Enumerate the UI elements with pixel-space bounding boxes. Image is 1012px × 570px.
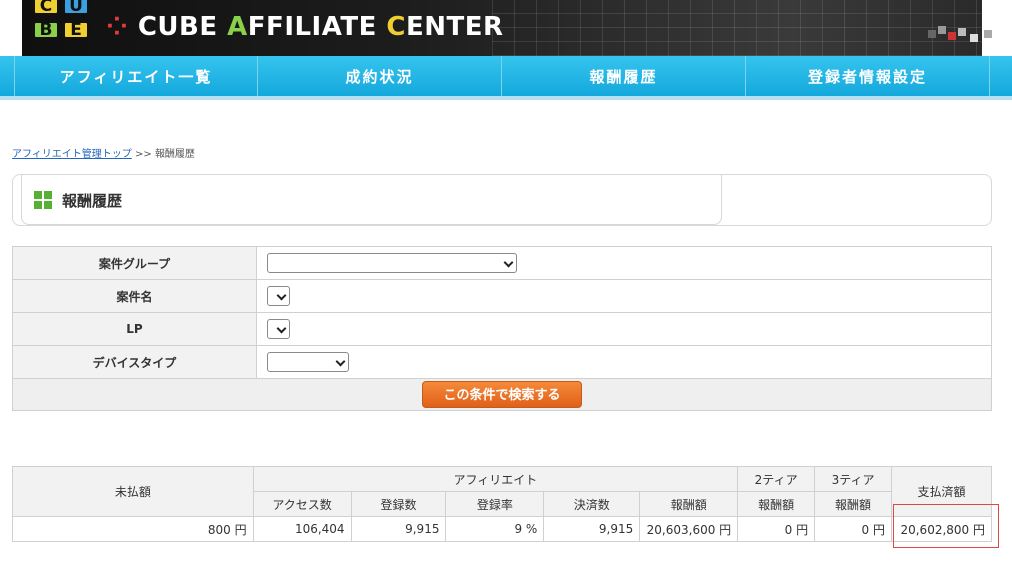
form-row-submit: この条件で検索する xyxy=(12,378,992,411)
project-name-label: 案件名 xyxy=(12,279,257,313)
results-header-row-1: 未払額 アフィリエイト 2ティア 3ティア 支払済額 xyxy=(12,466,993,517)
header-tier3-top: 3ティア xyxy=(814,466,892,492)
brand-title-a: A xyxy=(227,12,248,42)
chevron-down-icon xyxy=(503,257,514,268)
search-form: 案件グループ 案件名 LP デバイスタイプ この条件で検索する xyxy=(12,246,992,411)
logo-cell-u: U xyxy=(62,0,90,16)
header-tier2-top: 2ティア xyxy=(737,466,816,492)
breadcrumb-separator: >> xyxy=(131,149,155,160)
results-table: 未払額 アフィリエイト 2ティア 3ティア 支払済額 アクセス数 登録数 登録率… xyxy=(12,466,993,542)
cell-registrations: 9,915 xyxy=(350,516,447,542)
cell-registration-rate: 9 % xyxy=(445,516,545,542)
breadcrumb-link-top[interactable]: アフィリエイト管理トップ xyxy=(12,149,132,160)
project-group-label: 案件グループ xyxy=(12,246,257,280)
header-paid: 支払済額 xyxy=(890,466,993,517)
main-nav: アフィリエイト一覧 成約状況 報酬履歴 登録者情報設定 xyxy=(0,56,1012,100)
form-row-device-type: デバイスタイプ xyxy=(12,345,992,379)
logo-cell-c: C xyxy=(32,0,60,16)
chevron-down-icon xyxy=(276,290,287,301)
cell-unpaid: 800 円 xyxy=(12,516,254,542)
project-name-cell xyxy=(256,279,992,313)
device-type-select[interactable] xyxy=(267,352,349,372)
chevron-down-icon xyxy=(335,356,346,367)
page-title-tab: 報酬履歴 xyxy=(21,175,722,225)
breadcrumb-current: 報酬履歴 xyxy=(154,149,195,160)
cell-tier2-reward: 0 円 xyxy=(737,516,816,542)
nav-item-affiliate-list[interactable]: アフィリエイト一覧 xyxy=(14,56,258,96)
logo-cell-e: E xyxy=(62,20,90,40)
table-row: 800 円 106,404 9,915 9 % 9,915 20,603,600… xyxy=(12,516,993,542)
search-button[interactable]: この条件で検索する xyxy=(422,381,582,408)
brand-title-suffix: ENTER xyxy=(405,12,504,42)
lp-select[interactable] xyxy=(267,319,290,339)
header-registration-count: 登録数 xyxy=(350,491,447,517)
breadcrumb: アフィリエイト管理トップ >> 報酬履歴 xyxy=(12,145,195,160)
chevron-down-icon xyxy=(276,323,287,334)
cell-access: 106,404 xyxy=(252,516,352,542)
brand-title-mid: FFILIATE xyxy=(247,12,387,42)
header-registration-rate: 登録率 xyxy=(445,491,545,517)
brand-mark-icon: ⁘ xyxy=(106,12,138,42)
brand-title-c: C xyxy=(386,12,406,42)
cell-reward: 20,603,600 円 xyxy=(639,516,739,542)
header-access-count: アクセス数 xyxy=(252,491,352,517)
header-reward-amount: 報酬額 xyxy=(639,491,739,517)
lp-cell xyxy=(256,312,992,346)
grid-icon xyxy=(34,191,52,209)
project-group-select[interactable] xyxy=(267,253,517,273)
cell-tier3-reward: 0 円 xyxy=(814,516,892,542)
page-title: 報酬履歴 xyxy=(62,192,123,210)
header-tier3-bottom: 報酬額 xyxy=(814,491,892,517)
nav-item-reward-history[interactable]: 報酬履歴 xyxy=(502,56,746,96)
form-row-lp: LP xyxy=(12,312,992,346)
header-affiliate: アフィリエイト xyxy=(252,466,739,492)
cell-payments: 9,915 xyxy=(543,516,641,542)
device-type-label: デバイスタイプ xyxy=(12,345,257,379)
logo-cell-b: B xyxy=(32,20,60,40)
nav-item-registrant-settings[interactable]: 登録者情報設定 xyxy=(746,56,990,96)
header-payment-count: 決済数 xyxy=(543,491,641,517)
brand-title-prefix: CUBE xyxy=(137,12,228,42)
header-banner: C U B E ⁘ CUBE AFFILIATE CENTER xyxy=(22,0,982,56)
submit-cell: この条件で検索する xyxy=(12,378,992,411)
form-row-project-group: 案件グループ xyxy=(12,246,992,280)
cell-paid: 20,602,800 円 xyxy=(890,516,993,542)
nav-item-contract-status[interactable]: 成約状況 xyxy=(258,56,502,96)
lp-label: LP xyxy=(12,312,257,346)
page-title-box: 報酬履歴 xyxy=(12,174,992,226)
project-name-select[interactable] xyxy=(267,286,290,306)
banner-tile-pattern xyxy=(492,0,982,56)
user-pixel-avatar xyxy=(928,26,1000,46)
project-group-cell xyxy=(256,246,992,280)
header-unpaid: 未払額 xyxy=(12,466,254,517)
form-row-project-name: 案件名 xyxy=(12,279,992,313)
device-type-cell xyxy=(256,345,992,379)
header-tier2-bottom: 報酬額 xyxy=(737,491,816,517)
cube-logo: C U B E xyxy=(30,0,96,46)
brand-title: ⁘ CUBE AFFILIATE CENTER xyxy=(106,12,504,42)
